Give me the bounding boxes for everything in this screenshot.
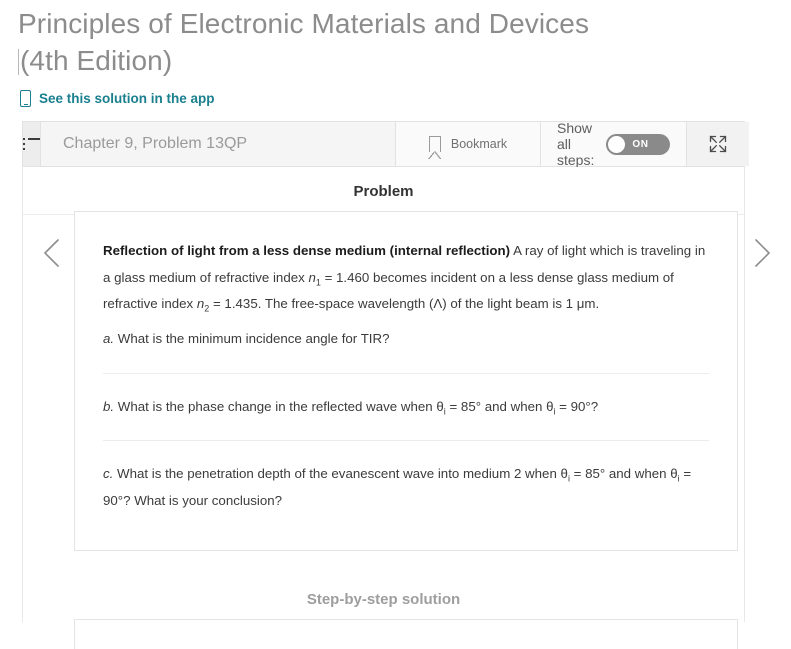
show-all-steps-label: Show all steps: xyxy=(557,120,595,168)
expand-fullscreen-icon xyxy=(710,135,727,153)
chevron-left-icon xyxy=(44,239,59,267)
chapter-problem-label: Chapter 9, Problem 13QP xyxy=(63,135,248,152)
list-menu-icon xyxy=(23,137,40,151)
text-caret xyxy=(18,48,19,75)
show-all-steps-control: Show all steps: ON xyxy=(541,120,688,168)
mobile-phone-icon xyxy=(20,89,31,107)
toggle-knob xyxy=(608,135,626,153)
step-by-step-solution-heading: Step-by-step solution xyxy=(306,591,461,608)
problem-statement-box: Reflection of light from a less dense me… xyxy=(74,211,738,551)
step-by-step-solution-box xyxy=(74,619,738,649)
problem-body-3: = 1.435. The free-space wavelength (Λ) o… xyxy=(209,296,600,312)
part-a-text: What is the minimum incidence angle for … xyxy=(114,330,390,346)
previous-problem-button[interactable] xyxy=(36,230,70,276)
app-link-label: See this solution in the app xyxy=(39,90,215,106)
problem-part-c: c. What is the penetration depth of the … xyxy=(103,461,709,514)
next-problem-button[interactable] xyxy=(744,230,778,276)
part-c-text-1: What is the penetration depth of the eva… xyxy=(113,466,568,482)
n1-symbol: n xyxy=(308,269,316,285)
part-a-label: a. xyxy=(103,330,115,346)
problem-part-b: b. What is the phase change in the refle… xyxy=(103,394,709,421)
app-link-row: See this solution in the app xyxy=(0,80,791,112)
chevron-right-icon xyxy=(755,239,770,267)
see-solution-in-app-link[interactable]: See this solution in the app xyxy=(20,89,215,107)
part-c-label: c. xyxy=(103,466,114,482)
bookmark-icon xyxy=(428,136,442,159)
part-b-text-2: = 85° and when θ xyxy=(445,398,554,414)
problem-heading: Problem xyxy=(353,183,414,200)
part-c-text-2: = 85° and when θ xyxy=(569,466,678,482)
part-b-text-1: What is the phase change in the reflecte… xyxy=(114,398,444,414)
show-all-steps-toggle[interactable]: ON xyxy=(606,133,671,155)
toc-menu-button[interactable] xyxy=(23,122,41,166)
problem-part-a: a. What is the minimum incidence angle f… xyxy=(103,318,709,353)
chapter-problem-selector[interactable]: Chapter 9, Problem 13QP xyxy=(41,122,396,166)
page-title: Principles of Electronic Materials and D… xyxy=(0,0,791,80)
problem-statement: Reflection of light from a less dense me… xyxy=(103,238,709,318)
part-b-label: b. xyxy=(103,398,115,414)
book-edition-line: (4th Edition) xyxy=(18,43,771,80)
book-title-line1: Principles of Electronic Materials and D… xyxy=(18,8,590,39)
bookmark-label: Bookmark xyxy=(450,137,508,151)
problem-toolbar: Chapter 9, Problem 13QP Bookmark Show al… xyxy=(22,120,750,168)
part-divider-2 xyxy=(103,440,709,442)
solution-panel: Problem Reflection of light from a less … xyxy=(22,167,745,649)
bookmark-button[interactable]: Bookmark xyxy=(396,122,541,166)
toggle-state-label: ON xyxy=(632,138,649,150)
book-title-line2: (4th Edition) xyxy=(20,44,173,76)
part-b-text-3: = 90°? xyxy=(555,398,599,414)
problem-bold-lead: Reflection of light from a less dense me… xyxy=(103,243,511,258)
fullscreen-button[interactable] xyxy=(687,122,750,166)
part-divider-1 xyxy=(103,372,709,374)
